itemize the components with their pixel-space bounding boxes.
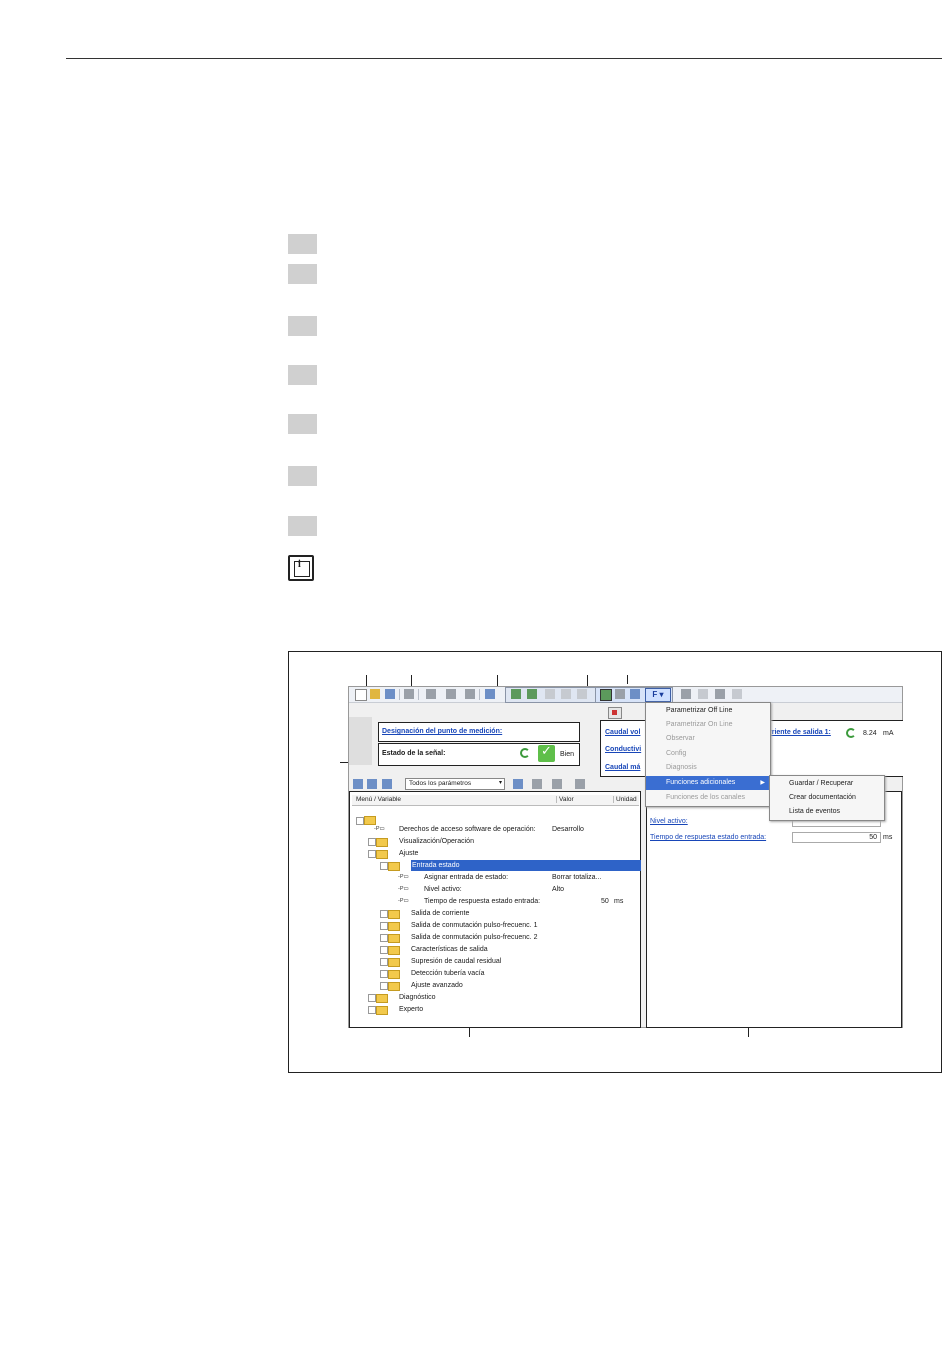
tiempo-respuesta-unit: ms	[883, 834, 893, 841]
menu-item: Diagnosis	[666, 764, 697, 771]
step-box	[288, 316, 317, 336]
connect-icon[interactable]	[511, 689, 521, 699]
layout-icon[interactable]	[382, 779, 392, 789]
folder-icon	[388, 934, 400, 943]
manual-reference-icon: i	[288, 555, 314, 581]
window-icon	[732, 689, 742, 699]
tiempo-respuesta-field[interactable]: 50	[792, 832, 881, 843]
folder-icon	[388, 862, 400, 871]
folder-icon	[376, 1006, 388, 1015]
submenu-item[interactable]: Guardar / Recuperar	[770, 777, 884, 791]
step-box	[288, 365, 317, 385]
output-current-link[interactable]: rriente de salida 1:	[769, 729, 831, 736]
download-icon	[561, 689, 571, 699]
additional-functions-submenu: Guardar / Recuperar Crear documentación …	[769, 775, 885, 821]
menu-item: Parametrizar On Line	[666, 721, 733, 728]
parameter-filter-select[interactable]: Todos los parámetros ▾	[405, 778, 505, 790]
column-header[interactable]: Unidad	[613, 796, 637, 803]
submenu-item[interactable]: Lista de eventos	[770, 805, 884, 819]
copy-icon[interactable]	[465, 689, 475, 699]
process-value-link[interactable]: Conductivi	[605, 746, 641, 753]
column-header[interactable]: Menú / Variable	[356, 796, 401, 803]
window-icon	[698, 689, 708, 699]
signal-status-box: Estado de la señal: Bien	[378, 743, 580, 766]
open-folder-icon[interactable]	[370, 689, 380, 699]
callout-line	[627, 675, 628, 684]
folder-icon	[388, 958, 400, 967]
window-icon[interactable]	[681, 689, 691, 699]
step-box	[288, 466, 317, 486]
step-box	[288, 234, 317, 254]
parameter-detail-panel: Nivel activo: Tiempo de respuesta estado…	[646, 791, 902, 1028]
refresh-icon	[520, 748, 530, 758]
app-window: F ▾ Designación del punto de medición: E…	[348, 686, 903, 1028]
tree-row-selected[interactable]: Entrada estado	[380, 860, 641, 871]
camera-icon[interactable]	[426, 689, 436, 699]
folder-icon	[376, 994, 388, 1003]
chevron-down-icon: ▾	[498, 780, 502, 786]
folder-icon	[388, 922, 400, 931]
parameter-tree-panel: Menú / Variable Valor Unidad -P▭ Derecho…	[349, 791, 641, 1028]
process-value-link[interactable]: Caudal má	[605, 764, 640, 771]
folder-icon	[376, 838, 388, 847]
document-icon	[577, 689, 587, 699]
close-tab-icon[interactable]	[608, 707, 622, 719]
folder-icon	[376, 850, 388, 859]
new-file-icon[interactable]	[355, 689, 367, 701]
action-icon[interactable]	[575, 779, 585, 789]
column-header[interactable]: Valor	[556, 796, 574, 803]
step-box	[288, 516, 317, 536]
menu-item[interactable]: Parametrizar Off Line	[646, 704, 770, 718]
online-param-icon[interactable]	[600, 689, 612, 701]
save-icon[interactable]	[385, 689, 395, 699]
action-icon[interactable]	[532, 779, 542, 789]
menu-item-highlighted[interactable]: Funciones adicionales	[646, 776, 770, 790]
folder-icon	[388, 946, 400, 955]
header-left-strip	[349, 717, 372, 765]
ok-check-icon	[538, 744, 555, 762]
header-rule	[66, 58, 942, 59]
nivel-activo-link[interactable]: Nivel activo:	[650, 818, 688, 825]
toolbar: F ▾	[349, 687, 902, 703]
step-box	[288, 414, 317, 434]
menu-item: Funciones de los canales	[666, 794, 745, 801]
layout-icon[interactable]	[353, 779, 363, 789]
folder-icon	[388, 970, 400, 979]
menu-item: Observar	[666, 735, 695, 742]
functions-menu: Parametrizar Off Line Parametrizar On Li…	[645, 702, 771, 807]
step-box	[288, 264, 317, 284]
window-icon[interactable]	[715, 689, 725, 699]
menu-item: Config	[666, 750, 687, 757]
callout-line	[469, 1027, 470, 1037]
signal-status-label: Estado de la señal:	[382, 750, 446, 757]
tree-header: Menú / Variable Valor Unidad	[352, 795, 639, 806]
layout-icon[interactable]	[367, 779, 377, 789]
tiempo-respuesta-link[interactable]: Tiempo de respuesta estado entrada:	[650, 834, 766, 841]
transfer-icon[interactable]	[630, 689, 640, 699]
process-value-link[interactable]: Caudal vol	[605, 729, 640, 736]
folder-icon	[388, 910, 400, 919]
refresh-icon	[846, 728, 856, 738]
upload-icon	[545, 689, 555, 699]
print-icon[interactable]	[404, 689, 414, 699]
device-icon[interactable]	[446, 689, 456, 699]
output-current-unit: mA	[883, 730, 894, 737]
submenu-item[interactable]: Crear documentación	[770, 791, 884, 805]
output-current-value: 8.24	[863, 730, 877, 737]
folder-icon	[388, 982, 400, 991]
grid-icon[interactable]	[485, 689, 495, 699]
disconnect-icon[interactable]	[527, 689, 537, 699]
measuring-point-box: Designación del punto de medición:	[378, 722, 580, 742]
action-icon[interactable]	[513, 779, 523, 789]
functions-button[interactable]: F ▾	[645, 688, 671, 702]
signal-status-value: Bien	[560, 751, 575, 758]
action-icon[interactable]	[552, 779, 562, 789]
callout-line	[748, 1027, 749, 1037]
measuring-point-link[interactable]: Designación del punto de medición:	[382, 728, 502, 735]
compare-icon[interactable]	[615, 689, 625, 699]
